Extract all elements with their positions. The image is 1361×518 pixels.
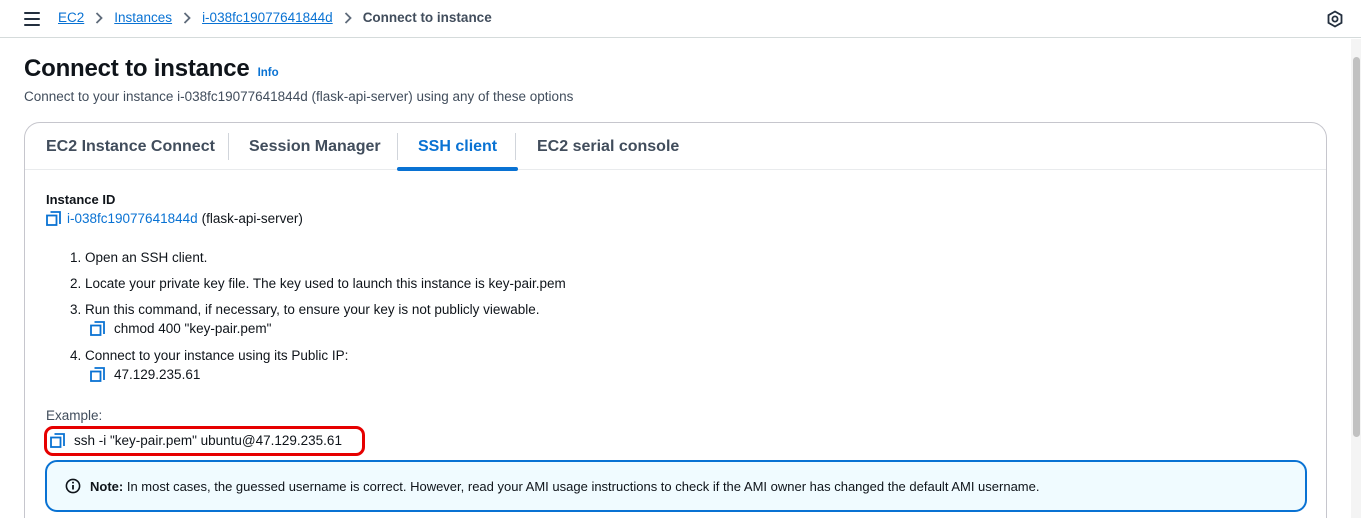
settings-hex-icon[interactable]	[1326, 10, 1344, 28]
breadcrumb: EC2 Instances i-038fc19077641844d Connec…	[58, 10, 492, 25]
step-3: 3. Run this command, if necessary, to en…	[70, 302, 540, 317]
highlight-annotation	[44, 426, 365, 456]
top-navigation-bar: EC2 Instances i-038fc19077641844d Connec…	[0, 0, 1361, 38]
public-ip: 47.129.235.61	[114, 367, 201, 382]
instance-id-label: Instance ID	[46, 192, 116, 207]
chmod-command: chmod 400 "key-pair.pem"	[114, 321, 272, 336]
breadcrumb-instances[interactable]: Instances	[114, 10, 172, 25]
page-title: Connect to instance	[24, 55, 250, 82]
copy-icon[interactable]	[90, 367, 105, 382]
public-ip-row: 47.129.235.61	[90, 367, 200, 382]
main-content: Connect to instance Info Connect to your…	[0, 39, 1361, 518]
chevron-right-icon	[183, 11, 191, 24]
copy-icon[interactable]	[90, 321, 105, 336]
step-4: 4. Connect to your instance using its Pu…	[70, 348, 349, 363]
tab-ec2-serial-console[interactable]: EC2 serial console	[516, 123, 700, 170]
instance-id-row: i-038fc19077641844d (flask-api-server)	[46, 211, 303, 226]
step-1: 1. Open an SSH client.	[70, 250, 208, 265]
page-subtitle: Connect to your instance i-038fc19077641…	[24, 89, 574, 104]
chevron-right-icon	[95, 11, 104, 24]
tab-ssh-client[interactable]: SSH client	[397, 123, 519, 171]
note-text: In most cases, the guessed username is c…	[123, 478, 1040, 494]
info-circle-icon	[65, 478, 81, 494]
menu-icon[interactable]	[24, 12, 40, 26]
chmod-command-row: chmod 400 "key-pair.pem"	[90, 321, 271, 336]
instance-name: (flask-api-server)	[201, 211, 303, 226]
breadcrumb-ec2[interactable]: EC2	[58, 10, 84, 25]
copy-icon[interactable]	[46, 211, 61, 226]
page-header: Connect to instance Info	[24, 55, 279, 83]
breadcrumb-current: Connect to instance	[362, 10, 492, 25]
step-2: 2. Locate your private key file. The key…	[70, 276, 566, 291]
note-alert: Note: In most cases, the guessed usernam…	[45, 460, 1307, 512]
tab-session-manager[interactable]: Session Manager	[228, 123, 402, 170]
chevron-right-icon	[344, 11, 352, 24]
note-label: Note:	[90, 478, 124, 494]
info-link[interactable]: Info	[258, 67, 279, 79]
tab-bar: EC2 Instance Connect Session Manager SSH…	[25, 123, 1326, 171]
breadcrumb-instance-id[interactable]: i-038fc19077641844d	[202, 10, 333, 25]
instance-id-value[interactable]: i-038fc19077641844d	[67, 211, 198, 226]
tab-ec2-instance-connect[interactable]: EC2 Instance Connect	[25, 123, 236, 170]
example-label: Example:	[46, 408, 103, 423]
scrollbar-thumb[interactable]	[1353, 57, 1360, 437]
connect-options-card: EC2 Instance Connect Session Manager SSH…	[24, 122, 1327, 518]
